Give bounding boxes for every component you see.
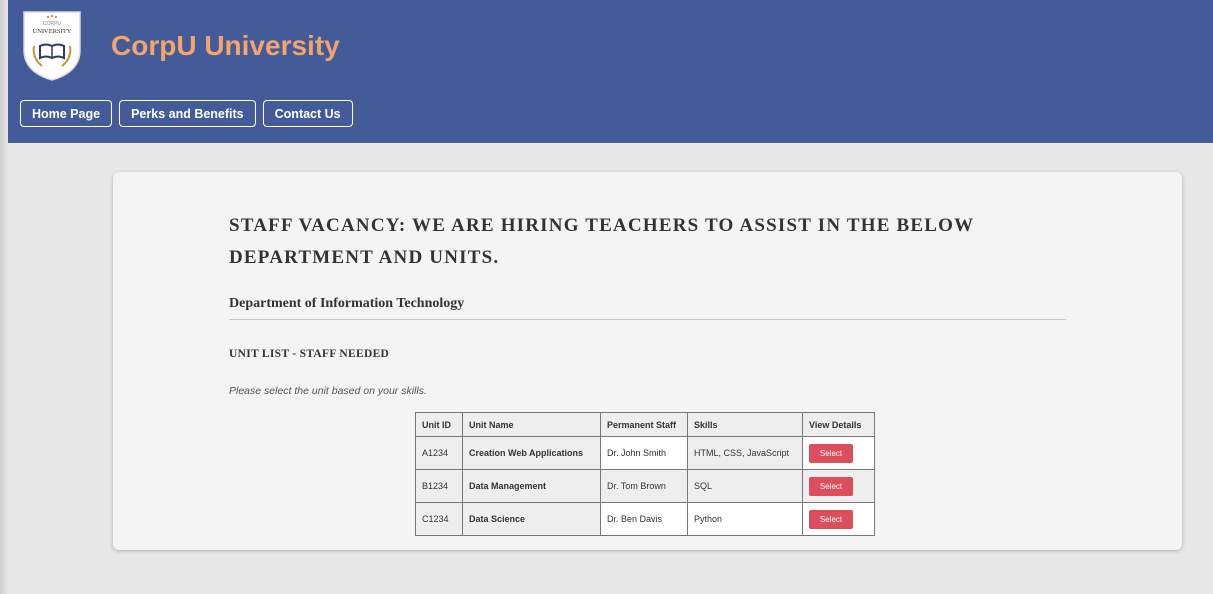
cell-staff: Dr. John Smith — [600, 436, 688, 470]
cell-staff: Dr. Ben Davis — [600, 502, 688, 536]
select-button[interactable]: Select — [809, 443, 853, 463]
header-unit-name: Unit Name — [462, 412, 601, 437]
cell-unit-name: Data Management — [462, 469, 601, 503]
table-row: B1234 Data Management Dr. Tom Brown SQL … — [415, 469, 875, 503]
nav-home-button[interactable]: Home Page — [20, 100, 113, 127]
cell-unit-id: A1234 — [415, 436, 463, 470]
header-permanent-staff: Permanent Staff — [600, 412, 688, 437]
cell-unit-name: Data Science — [462, 502, 601, 536]
cell-view-details: Select — [802, 436, 875, 470]
university-logo-icon[interactable]: CORPU UNIVERSITY — [20, 6, 84, 82]
header-skills: Skills — [687, 412, 803, 437]
vacancy-card: STAFF VACANCY: WE ARE HIRING TEACHERS TO… — [113, 172, 1182, 550]
divider — [229, 319, 1066, 320]
page-title: STAFF VACANCY: WE ARE HIRING TEACHERS TO… — [229, 215, 974, 268]
cell-view-details: Select — [802, 469, 875, 503]
department-heading: Department of Information Technology — [229, 296, 465, 311]
header-unit-id: Unit ID — [415, 412, 463, 437]
table-header-row: Unit ID Unit Name Permanent Staff Skills… — [415, 412, 875, 437]
page-left-edge — [0, 0, 8, 594]
cell-skills: HTML, CSS, JavaScript — [687, 436, 803, 470]
cell-skills: SQL — [687, 469, 803, 503]
cell-skills: Python — [687, 502, 803, 536]
cell-unit-name: Creation Web Applications — [462, 436, 601, 470]
instruction-text: Please select the unit based on your ski… — [229, 385, 427, 397]
table-row: C1234 Data Science Dr. Ben Davis Python … — [415, 502, 875, 536]
unit-list-heading: UNIT LIST - STAFF NEEDED — [229, 348, 390, 360]
nav-perks-button[interactable]: Perks and Benefits — [119, 100, 256, 127]
select-button[interactable]: Select — [809, 476, 853, 496]
main-nav: Home Page Perks and Benefits Contact Us — [20, 100, 353, 127]
units-table: Unit ID Unit Name Permanent Staff Skills… — [415, 412, 875, 536]
logo-top-text: CORPU — [43, 21, 61, 27]
cell-view-details: Select — [802, 502, 875, 536]
cell-unit-id: C1234 — [415, 502, 463, 536]
brand-name[interactable]: CorpU University — [111, 30, 340, 62]
nav-contact-button[interactable]: Contact Us — [262, 100, 353, 127]
cell-unit-id: B1234 — [415, 469, 463, 503]
site-header: CORPU UNIVERSITY CorpU University Home P… — [8, 0, 1213, 143]
select-button[interactable]: Select — [809, 509, 853, 529]
table-row: A1234 Creation Web Applications Dr. John… — [415, 436, 875, 470]
logo-main-text: UNIVERSITY — [33, 28, 72, 35]
cell-staff: Dr. Tom Brown — [600, 469, 688, 503]
header-view-details: View Details — [802, 412, 875, 437]
